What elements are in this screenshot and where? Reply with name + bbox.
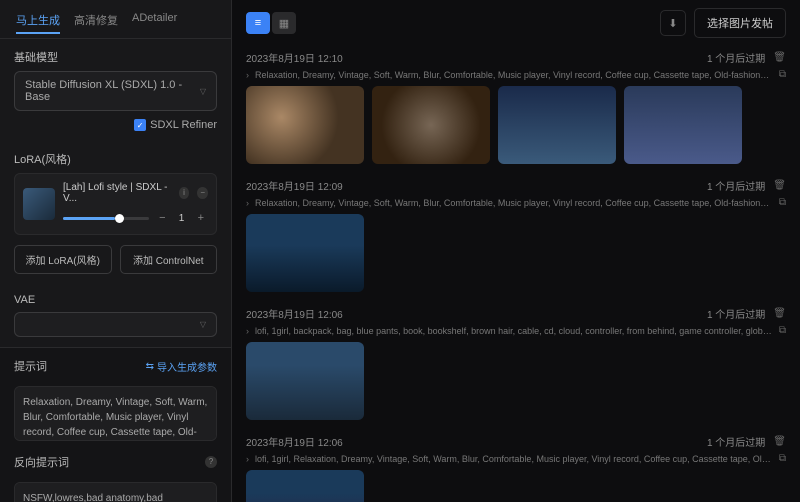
- refiner-checkbox[interactable]: ✓: [134, 119, 146, 131]
- entry-expire: 1 个月后过期: [707, 434, 765, 449]
- entry-expire: 1 个月后过期: [707, 178, 765, 193]
- delete-icon[interactable]: 🗑: [773, 180, 786, 191]
- negative-prompt-label: 反向提示词: [14, 454, 69, 470]
- result-thumbnail[interactable]: [246, 470, 364, 502]
- plus-icon[interactable]: +: [194, 210, 208, 226]
- lora-thumbnail: [23, 188, 55, 220]
- lora-weight-slider[interactable]: [63, 217, 149, 220]
- add-lora-button[interactable]: 添加 LoRA(风格): [14, 245, 112, 274]
- mode-tabs: 马上生成 高清修复 ADetailer: [0, 0, 231, 39]
- entry-tags: lofi, 1girl, backpack, bag, blue pants, …: [255, 326, 773, 336]
- copy-icon[interactable]: ⧉: [779, 69, 786, 80]
- history-entry: 2023年8月19日 12:10 1 个月后过期 🗑 › Relaxation, Dr…: [232, 46, 800, 174]
- base-model-select[interactable]: Stable Diffusion XL (SDXL) 1.0 - Base▽: [14, 71, 217, 111]
- remove-lora-icon[interactable]: −: [197, 187, 208, 199]
- entry-date: 2023年8月19日 12:10: [246, 50, 343, 65]
- prompt-label: 提示词: [14, 358, 47, 374]
- expand-icon[interactable]: ›: [246, 454, 249, 464]
- vae-label: VAE: [14, 294, 217, 306]
- result-thumbnail[interactable]: [246, 342, 364, 420]
- copy-icon[interactable]: ⧉: [779, 197, 786, 208]
- add-controlnet-button[interactable]: 添加 ControlNet: [120, 245, 218, 274]
- tab-adetailer[interactable]: ADetailer: [132, 8, 177, 34]
- info-icon[interactable]: i: [179, 187, 190, 199]
- expand-icon[interactable]: ›: [246, 70, 249, 80]
- entry-date: 2023年8月19日 12:06: [246, 434, 343, 449]
- entry-tags: lofi, 1girl, Relaxation, Dreamy, Vintage…: [255, 454, 773, 464]
- expand-icon[interactable]: ›: [246, 326, 249, 336]
- lora-weight-input[interactable]: [172, 213, 192, 224]
- result-thumbnail[interactable]: [624, 86, 742, 164]
- tab-upscale[interactable]: 高清修复: [74, 8, 118, 34]
- negative-prompt-textarea[interactable]: [14, 482, 217, 502]
- entry-expire: 1 个月后过期: [707, 50, 765, 65]
- entry-tags: Relaxation, Dreamy, Vintage, Soft, Warm,…: [255, 198, 773, 208]
- delete-icon[interactable]: 🗑: [773, 52, 786, 63]
- expand-icon[interactable]: ›: [246, 198, 249, 208]
- result-thumbnail[interactable]: [246, 86, 364, 164]
- copy-icon[interactable]: ⧉: [779, 325, 786, 336]
- download-icon[interactable]: ⬇: [660, 10, 686, 36]
- lora-weight-stepper[interactable]: − +: [155, 210, 208, 226]
- copy-icon[interactable]: ⧉: [779, 453, 786, 464]
- help-icon[interactable]: ?: [205, 456, 217, 468]
- refiner-label: SDXL Refiner: [150, 119, 217, 131]
- chevron-down-icon: ▽: [200, 87, 206, 96]
- grid-view-toggle[interactable]: ▦: [272, 12, 296, 34]
- entry-date: 2023年8月19日 12:09: [246, 178, 343, 193]
- history-entry: 2023年8月19日 12:06 1 个月后过期 🗑 › lofi, 1girl, R…: [232, 430, 800, 502]
- base-model-label: 基础模型: [14, 49, 217, 65]
- post-images-button[interactable]: 选择图片发帖: [694, 8, 786, 38]
- delete-icon[interactable]: 🗑: [773, 436, 786, 447]
- result-thumbnail[interactable]: [372, 86, 490, 164]
- result-thumbnail[interactable]: [498, 86, 616, 164]
- chevron-down-icon: ▽: [200, 320, 206, 329]
- tab-generate[interactable]: 马上生成: [16, 8, 60, 34]
- list-view-toggle[interactable]: ≡: [246, 12, 270, 34]
- result-thumbnail[interactable]: [246, 214, 364, 292]
- entry-expire: 1 个月后过期: [707, 306, 765, 321]
- history-entry: 2023年8月19日 12:06 1 个月后过期 🗑 › lofi, 1girl, b…: [232, 302, 800, 430]
- lora-label: LoRA(风格): [14, 151, 217, 167]
- entry-tags: Relaxation, Dreamy, Vintage, Soft, Warm,…: [255, 70, 773, 80]
- prompt-textarea[interactable]: [14, 386, 217, 441]
- minus-icon[interactable]: −: [155, 210, 169, 226]
- entry-date: 2023年8月19日 12:06: [246, 306, 343, 321]
- vae-select[interactable]: ▽: [14, 312, 217, 337]
- lora-name: [Lah] Lofi style | SDXL - V...: [63, 182, 171, 204]
- lora-card: [Lah] Lofi style | SDXL - V... i − − +: [14, 173, 217, 235]
- delete-icon[interactable]: 🗑: [773, 308, 786, 319]
- import-params-button[interactable]: ⇆导入生成参数: [146, 359, 217, 374]
- history-entry: 2023年8月19日 12:09 1 个月后过期 🗑 › Relaxation, Dr…: [232, 174, 800, 302]
